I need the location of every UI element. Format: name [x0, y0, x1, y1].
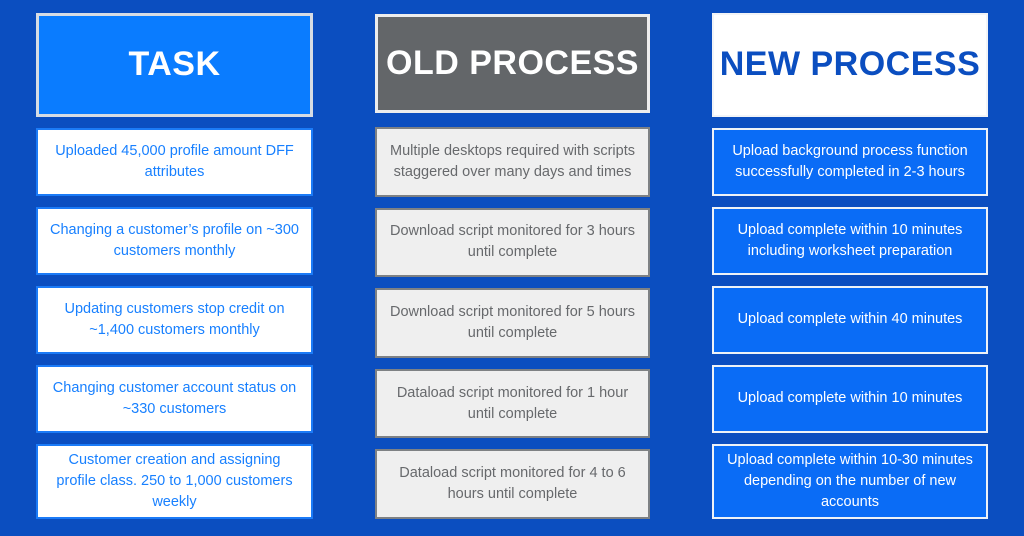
- old-process-card: Dataload script monitored for 1 hour unt…: [375, 368, 650, 439]
- column-task: TASK Uploaded 45,000 profile amount DFF …: [36, 13, 313, 519]
- column-header-task: TASK: [36, 13, 313, 117]
- card-list-old-process: Multiple desktops required with scripts …: [375, 127, 650, 519]
- new-process-card: Upload complete within 10 minutes includ…: [712, 206, 988, 275]
- old-process-card: Multiple desktops required with scripts …: [375, 127, 650, 197]
- task-card: Customer creation and assigning profile …: [36, 443, 313, 519]
- old-process-card: Dataload script monitored for 4 to 6 hou…: [375, 449, 650, 519]
- task-card: Changing a customer’s profile on ~300 cu…: [36, 206, 313, 275]
- column-header-old-process: OLD PROCESS: [375, 14, 650, 113]
- task-card: Updating customers stop credit on ~1,400…: [36, 285, 313, 354]
- new-process-card: Upload complete within 10 minutes: [712, 364, 988, 433]
- column-header-new-process: NEW PROCESS: [712, 13, 988, 117]
- task-card: Uploaded 45,000 profile amount DFF attri…: [36, 128, 313, 196]
- new-process-card: Upload background process function succe…: [712, 128, 988, 196]
- card-list-task: Uploaded 45,000 profile amount DFF attri…: [36, 128, 313, 519]
- column-old-process: OLD PROCESS Multiple desktops required w…: [375, 13, 650, 519]
- new-process-card: Upload complete within 40 minutes: [712, 285, 988, 354]
- column-new-process: NEW PROCESS Upload background process fu…: [712, 13, 988, 519]
- new-process-card: Upload complete within 10-30 minutes dep…: [712, 443, 988, 519]
- old-process-card: Download script monitored for 5 hours un…: [375, 288, 650, 358]
- task-card: Changing customer account status on ~330…: [36, 364, 313, 433]
- comparison-board: TASK Uploaded 45,000 profile amount DFF …: [0, 0, 1024, 536]
- old-process-card: Download script monitored for 3 hours un…: [375, 207, 650, 278]
- card-list-new-process: Upload background process function succe…: [712, 128, 988, 519]
